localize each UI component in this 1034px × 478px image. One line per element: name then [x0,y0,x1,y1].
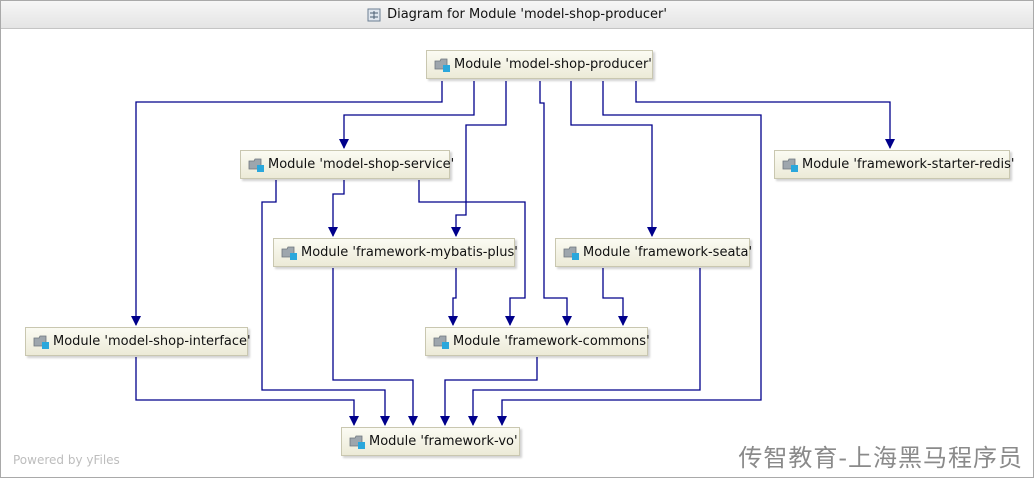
module-folder-icon [434,58,451,72]
edge-interface-vo [135,357,359,426]
node-label: Module 'framework-starter-redis' [802,157,1015,172]
node-label: Module 'model-shop-interface' [53,334,251,349]
edge-producer-service [339,81,475,149]
node-label: Module 'model-shop-service' [268,157,455,172]
module-folder-icon [563,246,580,260]
node-model-shop-interface[interactable]: Module 'model-shop-interface' [25,327,251,356]
edge-producer-commons [539,81,572,326]
edge-commons-vo [440,357,538,426]
node-model-shop-producer[interactable]: Module 'model-shop-producer' [426,50,653,79]
node-label: Module 'framework-commons' [453,334,650,349]
edge-mybatis-vo [332,268,418,426]
edge-producer-interface [131,81,443,326]
edge-producer-mybatis [451,81,507,237]
powered-by-yfiles: Powered by yFiles [13,453,120,467]
window-titlebar: Diagram for Module 'model-shop-producer' [1,1,1033,29]
watermark: 传智教育-上海黑马程序员 [738,444,1023,472]
diagram-canvas[interactable]: Module 'model-shop-producer' Module 'mod… [1,29,1033,477]
node-label: Module 'framework-vo' [369,434,518,449]
window-title: Diagram for Module 'model-shop-producer' [387,7,667,22]
diagram-icon [367,8,381,22]
module-folder-icon [782,158,799,172]
node-framework-seata[interactable]: Module 'framework-seata' [555,238,753,267]
node-framework-mybatis-plus[interactable]: Module 'framework-mybatis-plus' [273,238,518,267]
node-label: Module 'model-shop-producer' [454,57,652,72]
module-folder-icon [33,335,50,349]
node-framework-starter-redis[interactable]: Module 'framework-starter-redis' [774,150,1014,179]
edge-service-vo [261,180,390,426]
module-folder-icon [433,335,450,349]
node-label: Module 'framework-seata' [583,245,753,260]
diagram-window: Diagram for Module 'model-shop-producer' [0,0,1034,478]
edge-seata-commons [602,268,628,326]
node-framework-vo[interactable]: Module 'framework-vo' [341,427,520,456]
edge-producer-seata [570,81,657,237]
node-framework-commons[interactable]: Module 'framework-commons' [425,327,650,356]
node-model-shop-service[interactable]: Module 'model-shop-service' [240,150,454,179]
module-folder-icon [248,158,265,172]
module-folder-icon [281,246,298,260]
edge-service-mybatis [328,180,345,237]
node-label: Module 'framework-mybatis-plus' [301,245,518,260]
module-folder-icon [349,435,366,449]
edge-mybatis-commons [448,268,458,326]
